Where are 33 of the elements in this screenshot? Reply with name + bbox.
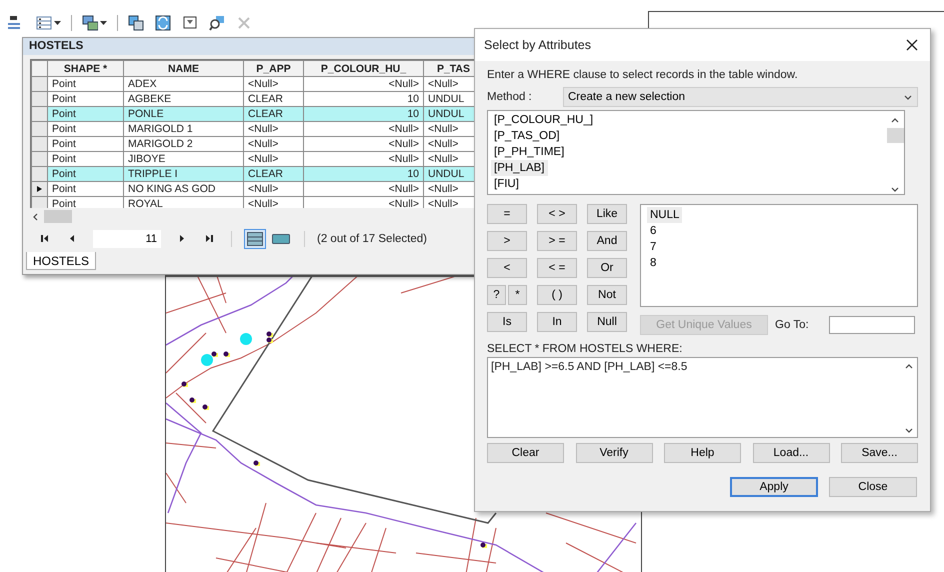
table-cell: Point — [48, 76, 124, 92]
dialog-title: Select by Attributes — [484, 38, 592, 52]
expression-text: [PH_LAB] >=6.5 AND [PH_LAB] <=8.5 — [490, 360, 688, 375]
table-cell: MARIGOLD 1 — [124, 122, 244, 136]
method-label: Method : — [487, 91, 533, 103]
window-title: HOSTELS — [23, 38, 477, 55]
table-cell: <Null> — [244, 76, 304, 92]
table-cell: <Null> — [244, 182, 304, 196]
table-cell: <Null> — [304, 136, 424, 152]
table-cell: MARIGOLD 2 — [124, 136, 244, 152]
table-cell: Point — [48, 106, 124, 122]
table-cell: 10 — [304, 106, 424, 122]
table-cell: PONLE — [124, 106, 244, 122]
table-cell: ADEX — [124, 76, 244, 92]
table-cell: CLEAR — [244, 106, 304, 122]
table-cell: Point — [48, 182, 124, 196]
table-cell: <Null> — [304, 182, 424, 196]
table-cell: <Null> — [304, 122, 424, 136]
table-cell: 10 — [304, 166, 424, 182]
table-cell: <Null> — [244, 136, 304, 152]
selection-status: (2 out of 17 Selected) — [317, 232, 427, 244]
table-cell: TRIPPLE I — [124, 166, 244, 182]
table-cell: Point — [48, 136, 124, 152]
query-label: SELECT * FROM HOSTELS WHERE: — [487, 343, 684, 355]
go-to-label: Go To: — [775, 319, 810, 331]
instruction-text: Enter a WHERE clause to select records in the table window. — [487, 69, 799, 81]
dropdown-value: Create a new selection — [568, 91, 685, 103]
table-cell: <Null> — [244, 122, 304, 136]
table-cell: <Null> — [304, 76, 424, 92]
table-cell: CLEAR — [244, 166, 304, 182]
table-cell: NO KING AS GOD — [124, 182, 244, 196]
table-cell: Point — [48, 122, 124, 136]
table-cell: Point — [48, 166, 124, 182]
